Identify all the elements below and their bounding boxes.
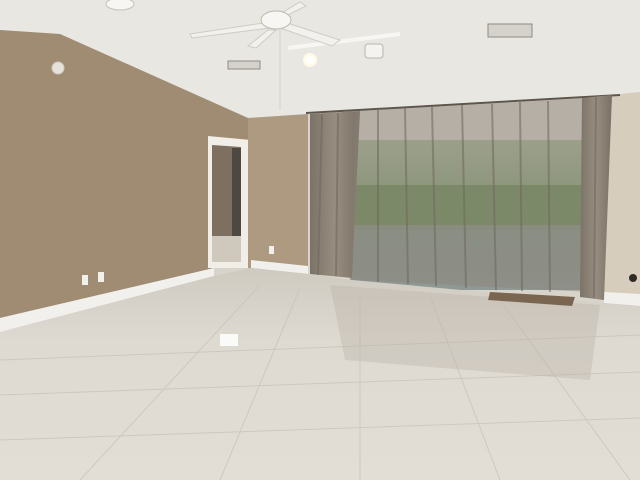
ceiling-vent — [487, 23, 533, 38]
room-photo — [0, 0, 640, 480]
room-illustration — [0, 0, 640, 480]
wall-outlet — [82, 275, 88, 285]
wall-outlet — [269, 246, 274, 254]
doorway-floor — [212, 236, 241, 262]
floor-glare — [220, 334, 238, 346]
wall-sensor — [51, 61, 65, 75]
wall-jack — [629, 274, 637, 282]
ceiling-vent — [227, 60, 261, 70]
curtain-sheer — [352, 98, 590, 292]
ceiling-light-fixture — [105, 0, 135, 11]
back-wall — [248, 114, 308, 275]
wall-outlet — [98, 272, 104, 282]
